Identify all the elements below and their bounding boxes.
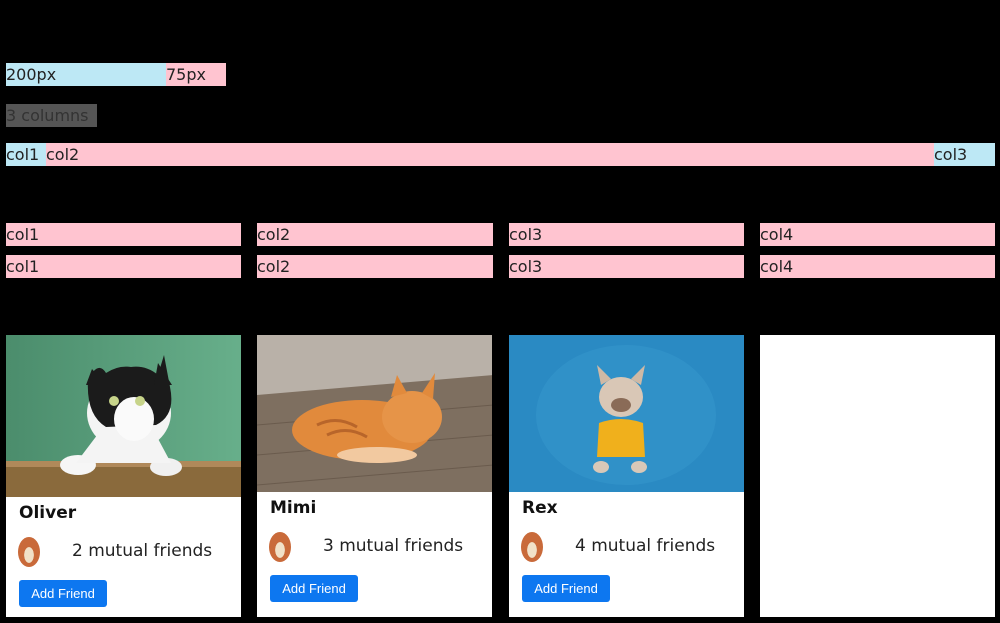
empty-card — [760, 335, 995, 617]
grid-cell: col1 — [6, 223, 241, 246]
grid-cell: col1 — [6, 255, 241, 278]
mutual-friends-count: 2 mutual friends — [72, 541, 213, 561]
grid-cell: col4 — [760, 223, 995, 246]
friend-name: Oliver — [19, 503, 77, 523]
mutual-friends-count: 3 mutual friends — [323, 536, 464, 556]
col-75px: 75px — [166, 63, 226, 86]
friend-card: Oliver 2 mutual friends Add Friend — [6, 335, 241, 617]
three-columns-label: 3 columns — [6, 104, 97, 127]
friend-name: Mimi — [270, 498, 317, 518]
dog-photo — [509, 335, 744, 492]
col2-cell: col2 — [46, 143, 934, 166]
grid-cell: col2 — [257, 223, 493, 246]
friend-card: Rex 4 mutual friends Add Friend — [509, 335, 744, 617]
avatar — [521, 532, 543, 562]
col1-cell: col1 — [6, 143, 46, 166]
mutual-friends-count: 4 mutual friends — [575, 536, 716, 556]
grid-cell: col3 — [509, 223, 744, 246]
friend-card: Mimi 3 mutual friends Add Friend — [257, 335, 492, 617]
col-200px: 200px — [6, 63, 166, 86]
add-friend-button[interactable]: Add Friend — [19, 580, 107, 607]
avatar — [269, 532, 291, 562]
col3-cell: col3 — [934, 143, 995, 166]
grid-cell: col2 — [257, 255, 493, 278]
cat-photo — [257, 335, 492, 492]
avatar — [18, 537, 40, 567]
cat-photo — [6, 335, 241, 497]
grid-cell: col3 — [509, 255, 744, 278]
grid-cell: col4 — [760, 255, 995, 278]
friend-name: Rex — [522, 498, 558, 518]
add-friend-button[interactable]: Add Friend — [522, 575, 610, 602]
add-friend-button[interactable]: Add Friend — [270, 575, 358, 602]
